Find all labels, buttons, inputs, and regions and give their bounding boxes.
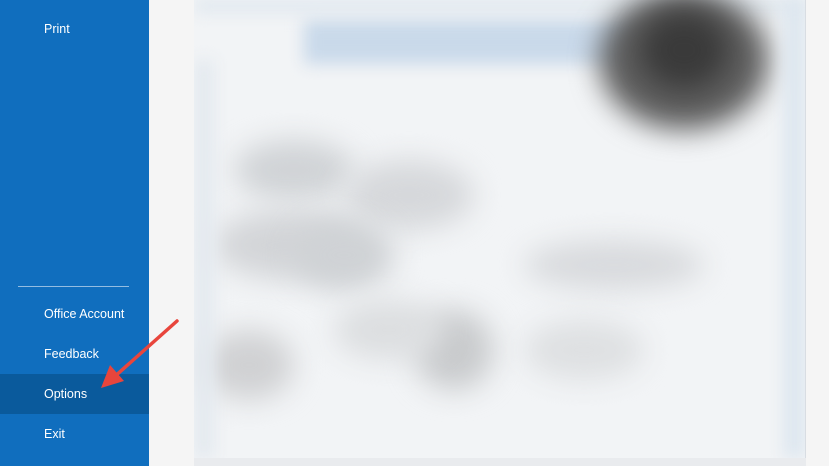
backstage-sidebar: Print Office Account Feedback Options Ex… bbox=[0, 0, 149, 466]
sidebar-item-label: Print bbox=[44, 22, 70, 36]
bottom-edge bbox=[194, 458, 806, 466]
blurred-shape bbox=[294, 220, 394, 290]
blurred-avatar-core bbox=[639, 10, 729, 90]
blurred-document-preview bbox=[194, 0, 806, 458]
sidebar-item-print[interactable]: Print bbox=[0, 9, 149, 49]
sidebar-item-office-account[interactable]: Office Account bbox=[0, 294, 149, 334]
content-gutter bbox=[149, 0, 194, 466]
sidebar-item-label: Options bbox=[44, 387, 88, 401]
sidebar-item-exit[interactable]: Exit bbox=[0, 414, 149, 454]
sidebar-item-label: Feedback bbox=[44, 347, 99, 361]
sidebar-item-options[interactable]: Options bbox=[0, 374, 149, 414]
blurred-shape bbox=[524, 240, 704, 290]
blurred-side-band bbox=[194, 60, 214, 458]
right-margin bbox=[806, 0, 829, 466]
blurred-shape bbox=[524, 320, 644, 380]
blurred-shape bbox=[344, 160, 474, 230]
sidebar-divider bbox=[18, 286, 129, 287]
blurred-header-band bbox=[304, 20, 644, 64]
sidebar-item-feedback[interactable]: Feedback bbox=[0, 334, 149, 374]
blurred-shape bbox=[204, 330, 294, 400]
blurred-side-band bbox=[784, 0, 805, 458]
sidebar-item-label: Exit bbox=[44, 427, 65, 441]
blurred-shape bbox=[234, 140, 354, 200]
sidebar-item-label: Office Account bbox=[44, 307, 125, 321]
blurred-shape bbox=[334, 300, 444, 360]
